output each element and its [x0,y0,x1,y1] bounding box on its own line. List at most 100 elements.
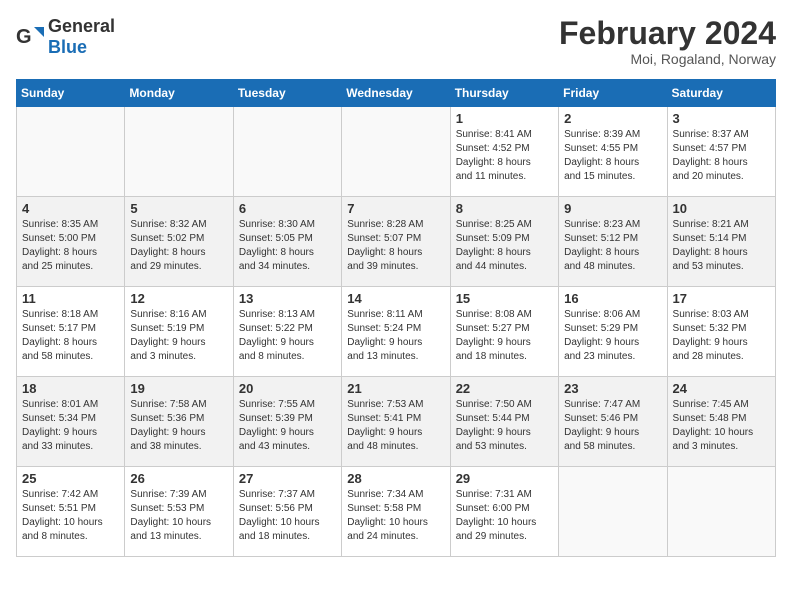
day-number: 8 [456,201,553,216]
day-number: 14 [347,291,444,306]
day-number: 6 [239,201,336,216]
day-number: 10 [673,201,770,216]
calendar-day: 13 Sunrise: 8:13 AM Sunset: 5:22 PM Dayli… [233,287,341,377]
day-number: 1 [456,111,553,126]
calendar-day: 1 Sunrise: 8:41 AM Sunset: 4:52 PM Daylig… [450,107,558,197]
day-number: 3 [673,111,770,126]
page-header: G General Blue February 2024 Moi, Rogala… [16,16,776,67]
calendar-day [233,107,341,197]
calendar-day [342,107,450,197]
day-number: 9 [564,201,661,216]
logo-text: General Blue [48,16,115,58]
day-number: 24 [673,381,770,396]
day-info: Sunrise: 7:55 AM Sunset: 5:39 PM Dayligh… [239,398,336,454]
calendar-day: 11 Sunrise: 8:18 AM Sunset: 5:17 PM Dayli… [17,287,125,377]
calendar-table: SundayMondayTuesdayWednesdayThursdayFrid… [16,79,776,557]
calendar-day [17,107,125,197]
day-info: Sunrise: 8:28 AM Sunset: 5:07 PM Dayligh… [347,218,444,274]
day-info: Sunrise: 7:34 AM Sunset: 5:58 PM Dayligh… [347,488,444,544]
week-row-3: 11 Sunrise: 8:18 AM Sunset: 5:17 PM Dayli… [17,287,776,377]
calendar-day: 24 Sunrise: 7:45 AM Sunset: 5:48 PM Dayli… [667,377,775,467]
day-number: 18 [22,381,119,396]
day-info: Sunrise: 8:08 AM Sunset: 5:27 PM Dayligh… [456,308,553,364]
week-row-2: 4Sunrise: 8:35 AM Sunset: 5:00 PM Daylig… [17,197,776,287]
day-number: 12 [130,291,227,306]
day-info: Sunrise: 8:16 AM Sunset: 5:19 PM Dayligh… [130,308,227,364]
calendar-day: 10 Sunrise: 8:21 AM Sunset: 5:14 PM Dayli… [667,197,775,287]
day-info: Sunrise: 8:18 AM Sunset: 5:17 PM Dayligh… [22,308,119,364]
calendar-day: 18 Sunrise: 8:01 AM Sunset: 5:34 PM Dayli… [17,377,125,467]
logo-icon: G [16,23,44,51]
title-area: February 2024 Moi, Rogaland, Norway [559,16,776,67]
day-number: 13 [239,291,336,306]
day-number: 27 [239,471,336,486]
calendar-day: 27 Sunrise: 7:37 AM Sunset: 5:56 PM Dayli… [233,467,341,557]
column-header-friday: Friday [559,80,667,107]
day-info: Sunrise: 7:58 AM Sunset: 5:36 PM Dayligh… [130,398,227,454]
column-header-tuesday: Tuesday [233,80,341,107]
calendar-day: 12 Sunrise: 8:16 AM Sunset: 5:19 PM Dayli… [125,287,233,377]
day-info: Sunrise: 7:31 AM Sunset: 6:00 PM Dayligh… [456,488,553,544]
day-number: 28 [347,471,444,486]
calendar-day: 2 Sunrise: 8:39 AM Sunset: 4:55 PM Daylig… [559,107,667,197]
day-info: Sunrise: 8:30 AM Sunset: 5:05 PM Dayligh… [239,218,336,274]
column-header-sunday: Sunday [17,80,125,107]
calendar-day: 29Sunrise: 7:31 AM Sunset: 6:00 PM Dayli… [450,467,558,557]
day-info: Sunrise: 7:37 AM Sunset: 5:56 PM Dayligh… [239,488,336,544]
calendar-day: 4Sunrise: 8:35 AM Sunset: 5:00 PM Daylig… [17,197,125,287]
day-info: Sunrise: 7:45 AM Sunset: 5:48 PM Dayligh… [673,398,770,454]
day-info: Sunrise: 8:11 AM Sunset: 5:24 PM Dayligh… [347,308,444,364]
day-info: Sunrise: 8:06 AM Sunset: 5:29 PM Dayligh… [564,308,661,364]
day-info: Sunrise: 8:37 AM Sunset: 4:57 PM Dayligh… [673,128,770,184]
day-number: 21 [347,381,444,396]
column-header-saturday: Saturday [667,80,775,107]
calendar-day: 8Sunrise: 8:25 AM Sunset: 5:09 PM Daylig… [450,197,558,287]
day-info: Sunrise: 7:39 AM Sunset: 5:53 PM Dayligh… [130,488,227,544]
day-number: 2 [564,111,661,126]
week-row-1: 1 Sunrise: 8:41 AM Sunset: 4:52 PM Daylig… [17,107,776,197]
day-number: 23 [564,381,661,396]
day-number: 7 [347,201,444,216]
day-info: Sunrise: 8:32 AM Sunset: 5:02 PM Dayligh… [130,218,227,274]
calendar-day: 16Sunrise: 8:06 AM Sunset: 5:29 PM Dayli… [559,287,667,377]
day-number: 25 [22,471,119,486]
calendar-day: 6 Sunrise: 8:30 AM Sunset: 5:05 PM Daylig… [233,197,341,287]
svg-text:G: G [16,26,32,48]
calendar-day [125,107,233,197]
calendar-day: 25 Sunrise: 7:42 AM Sunset: 5:51 PM Dayli… [17,467,125,557]
calendar-subtitle: Moi, Rogaland, Norway [559,51,776,67]
day-info: Sunrise: 7:50 AM Sunset: 5:44 PM Dayligh… [456,398,553,454]
week-row-4: 18 Sunrise: 8:01 AM Sunset: 5:34 PM Dayli… [17,377,776,467]
day-number: 17 [673,291,770,306]
day-number: 19 [130,381,227,396]
calendar-day: 5 Sunrise: 8:32 AM Sunset: 5:02 PM Daylig… [125,197,233,287]
day-info: Sunrise: 7:42 AM Sunset: 5:51 PM Dayligh… [22,488,119,544]
calendar-day: 22Sunrise: 7:50 AM Sunset: 5:44 PM Dayli… [450,377,558,467]
day-number: 26 [130,471,227,486]
calendar-day: 3 Sunrise: 8:37 AM Sunset: 4:57 PM Daylig… [667,107,775,197]
logo-general: General [48,16,115,36]
day-number: 11 [22,291,119,306]
calendar-day: 26 Sunrise: 7:39 AM Sunset: 5:53 PM Dayli… [125,467,233,557]
day-info: Sunrise: 8:35 AM Sunset: 5:00 PM Dayligh… [22,218,119,274]
day-info: Sunrise: 8:39 AM Sunset: 4:55 PM Dayligh… [564,128,661,184]
day-info: Sunrise: 8:41 AM Sunset: 4:52 PM Dayligh… [456,128,553,184]
day-info: Sunrise: 8:01 AM Sunset: 5:34 PM Dayligh… [22,398,119,454]
calendar-day [559,467,667,557]
day-number: 5 [130,201,227,216]
day-number: 15 [456,291,553,306]
day-info: Sunrise: 7:53 AM Sunset: 5:41 PM Dayligh… [347,398,444,454]
day-info: Sunrise: 8:21 AM Sunset: 5:14 PM Dayligh… [673,218,770,274]
day-number: 20 [239,381,336,396]
day-info: Sunrise: 8:03 AM Sunset: 5:32 PM Dayligh… [673,308,770,364]
column-header-thursday: Thursday [450,80,558,107]
calendar-day: 19 Sunrise: 7:58 AM Sunset: 5:36 PM Dayli… [125,377,233,467]
week-row-5: 25 Sunrise: 7:42 AM Sunset: 5:51 PM Dayli… [17,467,776,557]
calendar-day: 23Sunrise: 7:47 AM Sunset: 5:46 PM Dayli… [559,377,667,467]
day-info: Sunrise: 8:13 AM Sunset: 5:22 PM Dayligh… [239,308,336,364]
calendar-day: 21 Sunrise: 7:53 AM Sunset: 5:41 PM Dayli… [342,377,450,467]
calendar-day: 7 Sunrise: 8:28 AM Sunset: 5:07 PM Daylig… [342,197,450,287]
calendar-title: February 2024 [559,16,776,51]
calendar-day: 20 Sunrise: 7:55 AM Sunset: 5:39 PM Dayli… [233,377,341,467]
column-header-monday: Monday [125,80,233,107]
